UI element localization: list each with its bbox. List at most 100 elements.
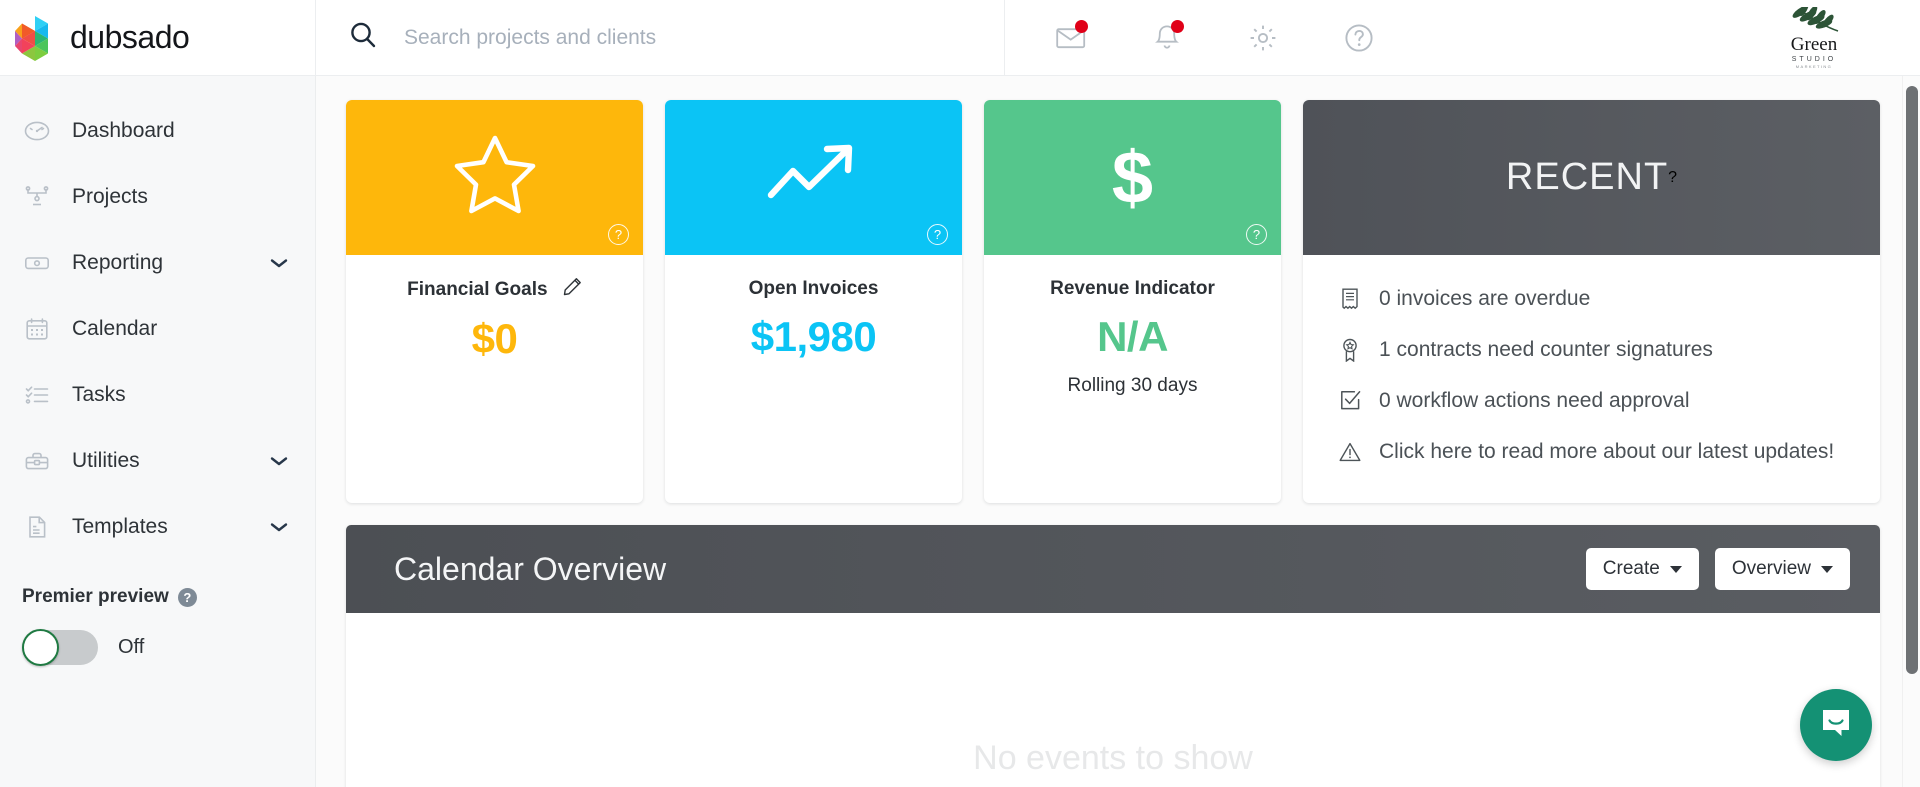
card-header: ? [346,100,643,255]
sidebar-item-label: Utilities [72,449,140,472]
org-chart-icon [22,184,52,210]
sidebar-item-calendar[interactable]: Calendar [0,296,315,362]
pencil-edit-icon[interactable] [563,277,582,303]
card-value: N/A [1097,312,1168,360]
list-item-text: Click here to read more about our latest… [1379,439,1835,463]
card-title-text: Open Invoices [748,278,879,299]
question-circle-icon[interactable] [1341,20,1377,56]
envelope-icon[interactable] [1053,19,1089,56]
sidebar-item-tasks[interactable]: Tasks [0,362,315,428]
speedometer-icon [22,118,52,144]
list-item-text: 1 contracts need counter signatures [1379,337,1713,361]
mail-unread-badge [1075,19,1088,33]
page-title: Calendar Overview [394,550,667,587]
create-dropdown-button[interactable]: Create [1585,548,1699,590]
card-title: Open Invoices [749,277,879,301]
account-name: Green [1790,33,1838,55]
card-help-icon[interactable]: ? [927,224,948,245]
card-help-icon[interactable]: ? [1246,224,1267,245]
premier-preview-section: Premier preview ? Off [0,586,315,666]
toggle-knob [22,629,59,666]
list-item[interactable]: 0 invoices are overdue [1339,273,1844,324]
card-title-text: Revenue Indicator [1050,278,1215,299]
card-value: $1,980 [750,312,877,360]
card-help-icon[interactable]: ? [1668,169,1677,187]
list-item[interactable]: 1 contracts need counter signatures [1339,324,1844,375]
bell-icon[interactable] [1149,19,1185,56]
recent-header: RECENT ? [1303,100,1880,255]
warning-triangle-icon [1339,442,1361,462]
checkbox-checked-icon [1339,390,1361,411]
premier-preview-toggle[interactable] [22,629,98,666]
gear-icon[interactable] [1245,20,1281,56]
calendar-panel-body: No events to show [346,613,1880,787]
list-item-text: 0 workflow actions need approval [1379,388,1690,412]
banknote-icon [22,250,52,276]
card-header: ? [665,100,962,255]
premier-preview-state: Off [118,636,145,658]
dubsado-dashboard-page: dubsado Search projects and clients Gree… [0,0,1920,787]
card-body: Revenue Indicator N/A Rolling 30 days [984,255,1281,503]
sidebar-item-utilities[interactable]: Utilities [0,428,315,494]
scrollbar-thumb[interactable] [1906,86,1918,674]
caret-down-icon [1669,565,1682,573]
sidebar-item-projects[interactable]: Projects [0,164,315,230]
intercom-chat-button[interactable] [1800,689,1872,761]
global-search[interactable] [316,0,1005,75]
fern-leaf-icon [1778,1,1850,38]
brand-name: dubsado [70,19,190,55]
sidebar-navigation: Dashboard Projects Reporting Calendar Ta… [0,76,316,787]
chevron-down-icon[interactable] [269,521,289,533]
card-title-text: Financial Goals [407,278,548,300]
notification-unread-badge [1171,19,1184,33]
sidebar-item-reporting[interactable]: Reporting [0,230,315,296]
recent-list: 0 invoices are overdue 1 contracts need … [1303,255,1880,503]
caret-down-icon [1821,565,1833,573]
vertical-scrollbar[interactable] [1902,76,1920,787]
card-help-icon[interactable]: ? [608,224,629,245]
dollar-sign-icon: $ [1111,135,1154,219]
card-body: Financial Goals $0 [346,255,643,503]
question-circle-icon[interactable]: ? [177,587,197,607]
calendar-icon [22,316,52,342]
card-financial-goals[interactable]: ? Financial Goals $0 [346,100,643,503]
card-open-invoices[interactable]: ? Open Invoices $1,980 [665,100,962,503]
search-input[interactable] [404,25,1004,50]
sidebar-item-label: Dashboard [72,119,175,142]
card-title: Revenue Indicator [1050,277,1215,301]
card-body: Open Invoices $1,980 [665,255,962,503]
card-revenue-indicator[interactable]: $ ? Revenue Indicator N/A Rolling 30 day… [984,100,1281,503]
list-item[interactable]: 0 workflow actions need approval [1339,375,1844,426]
document-icon [22,514,52,540]
sidebar-item-label: Projects [72,185,148,208]
chevron-down-icon[interactable] [269,455,289,467]
card-title: Financial Goals [407,277,582,303]
calendar-panel-header: Calendar Overview Create Overview [346,525,1880,613]
award-ribbon-icon [1339,338,1361,362]
recent-title: RECENT [1505,156,1669,198]
premier-preview-label: Premier preview [22,586,169,607]
main-content: ? Financial Goals $0 ? Open Invoices $1,… [316,76,1920,787]
calendar-overview-panel: Calendar Overview Create Overview No eve [346,525,1880,787]
sidebar-item-label: Reporting [72,251,164,274]
search-icon [348,20,378,55]
card-subtext: Rolling 30 days [1067,374,1198,396]
sidebar-item-templates[interactable]: Templates [0,494,315,560]
dubsado-cube-logo-icon [14,15,56,61]
page-body: Dashboard Projects Reporting Calendar Ta… [0,76,1920,787]
list-item[interactable]: Click here to read more about our latest… [1339,426,1844,477]
checklist-icon [22,382,52,408]
trending-up-arrow-icon [765,139,863,216]
invoice-receipt-icon [1339,288,1361,310]
toolbox-icon [22,448,52,474]
intercom-chat-icon [1819,706,1853,745]
star-outline-icon [452,134,538,221]
sidebar-item-label: Templates [72,515,168,538]
brand-area[interactable]: dubsado [0,0,316,75]
chevron-down-icon[interactable] [269,257,289,269]
card-recent: RECENT ? 0 invoices are overdue 1 contra… [1303,100,1880,503]
sidebar-item-dashboard[interactable]: Dashboard [0,98,315,164]
account-logo[interactable]: Green STUDIO MARKETING [1766,1,1862,69]
overview-dropdown-button[interactable]: Overview [1714,548,1850,590]
top-action-icons: Green STUDIO MARKETING [1005,0,1920,75]
